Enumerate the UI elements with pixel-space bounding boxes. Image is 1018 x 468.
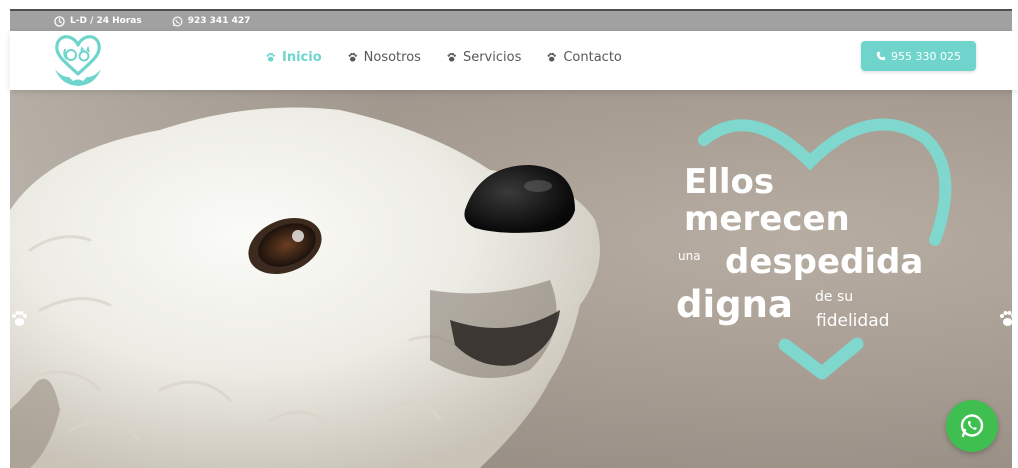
top-info-bar: L-D / 24 Horas 923 341 427 (10, 9, 1018, 31)
nav-label: Nosotros (363, 50, 421, 65)
phone-icon (876, 51, 886, 61)
whatsapp-contact-item[interactable]: 923 341 427 (172, 16, 251, 27)
hero-headline-digna: digna (676, 283, 793, 326)
clock-icon (54, 15, 65, 27)
hero-slider: Ellos merecen una despedida digna de su … (10, 90, 1012, 468)
whatsapp-float-button[interactable] (946, 400, 998, 452)
nav-item-inicio[interactable]: Inicio (265, 50, 322, 65)
paw-icon (348, 52, 357, 62)
main-nav: Inicio Nosotros Servicios Contacto (265, 50, 647, 65)
paw-icon (447, 52, 456, 62)
hero-headline-de-su: de su (815, 289, 854, 305)
hero-headline-line1: Ellos (684, 162, 775, 202)
nav-label: Contacto (563, 50, 622, 65)
nav-item-nosotros[interactable]: Nosotros (347, 50, 421, 65)
whatsapp-number: 923 341 427 (187, 16, 251, 26)
call-phone-button[interactable]: 955 330 025 (861, 41, 976, 71)
nav-label: Servicios (462, 50, 522, 65)
hours-item: L-D / 24 Horas (54, 15, 142, 27)
paw-icon (547, 52, 557, 62)
nav-item-contacto[interactable]: Contacto (546, 50, 622, 65)
slider-prev-paw-icon[interactable] (10, 310, 28, 328)
slider-next-paw-icon[interactable] (998, 310, 1012, 328)
whatsapp-icon (960, 414, 984, 438)
hero-headline-line2: merecen (684, 199, 850, 239)
site-header: Inicio Nosotros Servicios Contacto 955 3… (10, 31, 1018, 90)
brand-logo[interactable] (51, 31, 105, 89)
hero-headline-fidelidad: fidelidad (816, 311, 890, 331)
hero-headline-una: una (678, 249, 701, 263)
page: L-D / 24 Horas 923 341 427 Inicio Nosotr… (0, 0, 1018, 468)
whatsapp-icon (172, 16, 183, 26)
hero-headline-despedida: despedida (725, 242, 924, 282)
hours-text: L-D / 24 Horas (70, 16, 142, 26)
nav-label: Inicio (282, 50, 322, 65)
paw-icon (266, 52, 275, 62)
left-margin (0, 0, 10, 468)
cta-phone-number: 955 330 025 (891, 49, 961, 63)
nav-item-servicios[interactable]: Servicios (446, 50, 521, 65)
